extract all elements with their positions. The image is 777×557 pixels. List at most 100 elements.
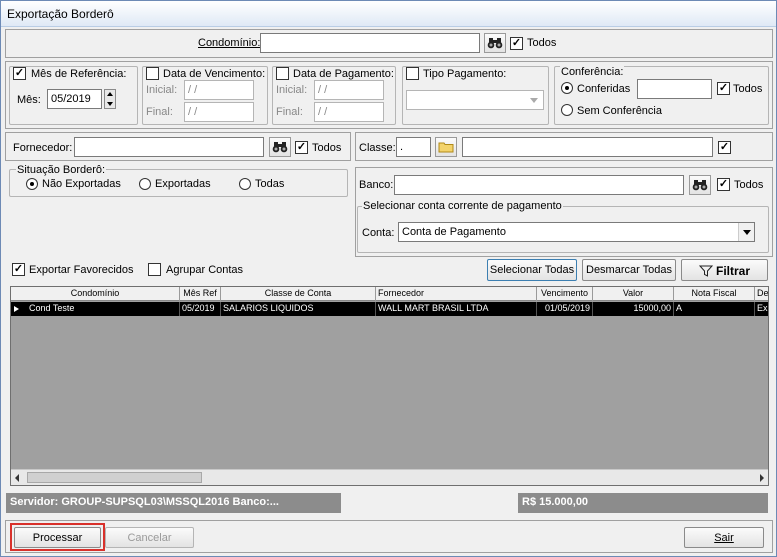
fornecedor-search-button[interactable]	[269, 137, 291, 157]
col-header-condominio[interactable]: Condomínio	[11, 287, 180, 301]
server-status: Servidor: GROUP-SUPSQL03\MSSQL2016 Banco…	[6, 493, 341, 513]
banco-input[interactable]	[394, 175, 684, 195]
conferencia-legend: Conferência:	[560, 66, 625, 78]
grid-header: Condomínio Mês Ref Classe de Conta Forne…	[11, 287, 768, 301]
exportadas-label: Exportadas	[155, 178, 211, 190]
filtrar-button[interactable]: Filtrar	[681, 259, 768, 281]
data-venc-final-input[interactable]: / /	[184, 102, 254, 122]
binoculars-icon	[487, 38, 503, 49]
cell-valor: 15000,00	[593, 302, 674, 316]
classe-label: Classe:	[359, 142, 396, 154]
data-pag-checkbox[interactable]	[276, 67, 289, 80]
mes-ref-label: Mês de Referência:	[30, 68, 128, 80]
cell-de: Ex	[755, 302, 768, 316]
banco-todos-checkbox[interactable]: ✓	[717, 178, 730, 191]
fornecedor-todos-checkbox[interactable]: ✓	[295, 141, 308, 154]
data-pag-inicial-input[interactable]: / /	[314, 80, 384, 100]
spin-up-icon[interactable]	[107, 92, 113, 96]
data-pag-final-label: Final:	[276, 106, 303, 118]
selecionar-todas-button[interactable]: Selecionar Todas	[487, 259, 577, 281]
condominio-input[interactable]	[260, 33, 480, 53]
agrupar-contas-checkbox[interactable]	[148, 263, 161, 276]
fornecedor-input[interactable]	[74, 137, 264, 157]
todas-label: Todas	[255, 178, 285, 190]
funnel-icon	[698, 265, 714, 277]
processar-button[interactable]: Processar	[14, 527, 101, 548]
table-row[interactable]: Cond Teste 05/2019 SALARIOS LIQUIDOS WAL…	[11, 302, 768, 316]
exportadas-radio[interactable]	[139, 178, 151, 190]
binoculars-icon	[272, 142, 288, 153]
mes-ref-checkbox[interactable]: ✓	[13, 67, 26, 80]
condominio-todos-checkbox[interactable]: ✓	[510, 37, 523, 50]
data-pag-final-input[interactable]: / /	[314, 102, 384, 122]
conferencia-todos-label: Todos	[733, 83, 763, 95]
tipo-pag-checkbox[interactable]	[406, 67, 419, 80]
cell-classe: SALARIOS LIQUIDOS	[221, 302, 376, 316]
grid-horizontal-scrollbar[interactable]	[11, 469, 768, 485]
conferencia-todos-checkbox[interactable]: ✓	[717, 82, 730, 95]
chevron-down-icon	[530, 98, 538, 103]
data-venc-inicial-input[interactable]: / /	[184, 80, 254, 100]
conferencia-input[interactable]	[637, 79, 712, 99]
condominio-search-button[interactable]	[484, 33, 506, 53]
filtrar-label: Filtrar	[716, 264, 751, 278]
cell-condominio: Cond Teste	[11, 302, 180, 316]
classe-folder-button[interactable]	[435, 137, 457, 157]
banco-label: Banco:	[359, 179, 394, 191]
col-header-valor[interactable]: Valor	[593, 287, 674, 301]
results-grid[interactable]: Condomínio Mês Ref Classe de Conta Forne…	[10, 286, 769, 486]
col-header-fornecedor[interactable]: Fornecedor	[376, 287, 537, 301]
sem-conferencia-radio[interactable]	[561, 104, 573, 116]
col-header-de[interactable]: De	[755, 287, 768, 301]
situacao-legend: Situação Borderô:	[16, 164, 107, 176]
desmarcar-todas-button[interactable]: Desmarcar Todas	[582, 259, 676, 281]
exportar-favorecidos-checkbox[interactable]: ✓	[12, 263, 25, 276]
sair-button[interactable]: Sair	[684, 527, 764, 548]
mes-spinner[interactable]	[104, 89, 116, 109]
conferidas-radio[interactable]	[561, 82, 573, 94]
banco-search-button[interactable]	[689, 175, 711, 195]
conta-label: Conta:	[362, 227, 395, 239]
condominio-todos-label: Todos	[527, 37, 557, 49]
banco-todos-label: Todos	[734, 179, 764, 191]
scroll-left-icon[interactable]	[15, 474, 19, 482]
data-pag-inicial-label: Inicial:	[276, 84, 308, 96]
spin-down-icon[interactable]	[107, 102, 113, 106]
nao-exportadas-label: Não Exportadas	[42, 178, 121, 190]
row-indicator-icon	[14, 306, 19, 312]
todas-radio[interactable]	[239, 178, 251, 190]
col-header-nota-fiscal[interactable]: Nota Fiscal	[674, 287, 755, 301]
col-header-vencimento[interactable]: Vencimento	[537, 287, 593, 301]
scroll-thumb[interactable]	[27, 472, 202, 483]
agrupar-contas-label: Agrupar Contas	[166, 264, 244, 276]
cancelar-button[interactable]: Cancelar	[105, 527, 194, 548]
sem-conferencia-label: Sem Conferência	[577, 105, 662, 117]
data-venc-inicial-label: Inicial:	[146, 84, 178, 96]
col-header-classe[interactable]: Classe de Conta	[221, 287, 376, 301]
tipo-pag-label: Tipo Pagamento:	[422, 68, 508, 80]
tipo-pag-select[interactable]	[406, 90, 544, 110]
exportar-favorecidos-label: Exportar Favorecidos	[29, 264, 134, 276]
scroll-right-icon[interactable]	[760, 474, 764, 482]
cell-mes-ref: 05/2019	[180, 302, 221, 316]
conferidas-label: Conferidas	[577, 83, 631, 95]
binoculars-icon	[692, 180, 708, 191]
classe-code-input[interactable]: .	[396, 137, 431, 157]
cell-fornecedor: WALL MART BRASIL LTDA	[376, 302, 537, 316]
data-pag-label: Data de Pagamento:	[292, 68, 395, 80]
col-header-mes-ref[interactable]: Mês Ref	[180, 287, 221, 301]
condominio-label: Condomínio:	[198, 37, 261, 49]
data-venc-checkbox[interactable]	[146, 67, 159, 80]
conta-pag-legend: Selecionar conta corrente de pagamento	[362, 200, 563, 212]
cell-nota-fiscal: A	[674, 302, 755, 316]
conta-select[interactable]: Conta de Pagamento	[398, 222, 755, 242]
folder-icon	[438, 142, 454, 153]
conta-dropdown-button[interactable]	[738, 223, 754, 241]
chevron-down-icon	[743, 230, 751, 235]
classe-todas-checkbox[interactable]: ✓	[718, 141, 731, 154]
nao-exportadas-radio[interactable]	[26, 178, 38, 190]
mes-input[interactable]: 05/2019	[47, 89, 102, 109]
classe-input[interactable]	[462, 137, 713, 157]
fornecedor-label: Fornecedor:	[13, 142, 73, 154]
mes-label: Mês:	[17, 94, 41, 106]
